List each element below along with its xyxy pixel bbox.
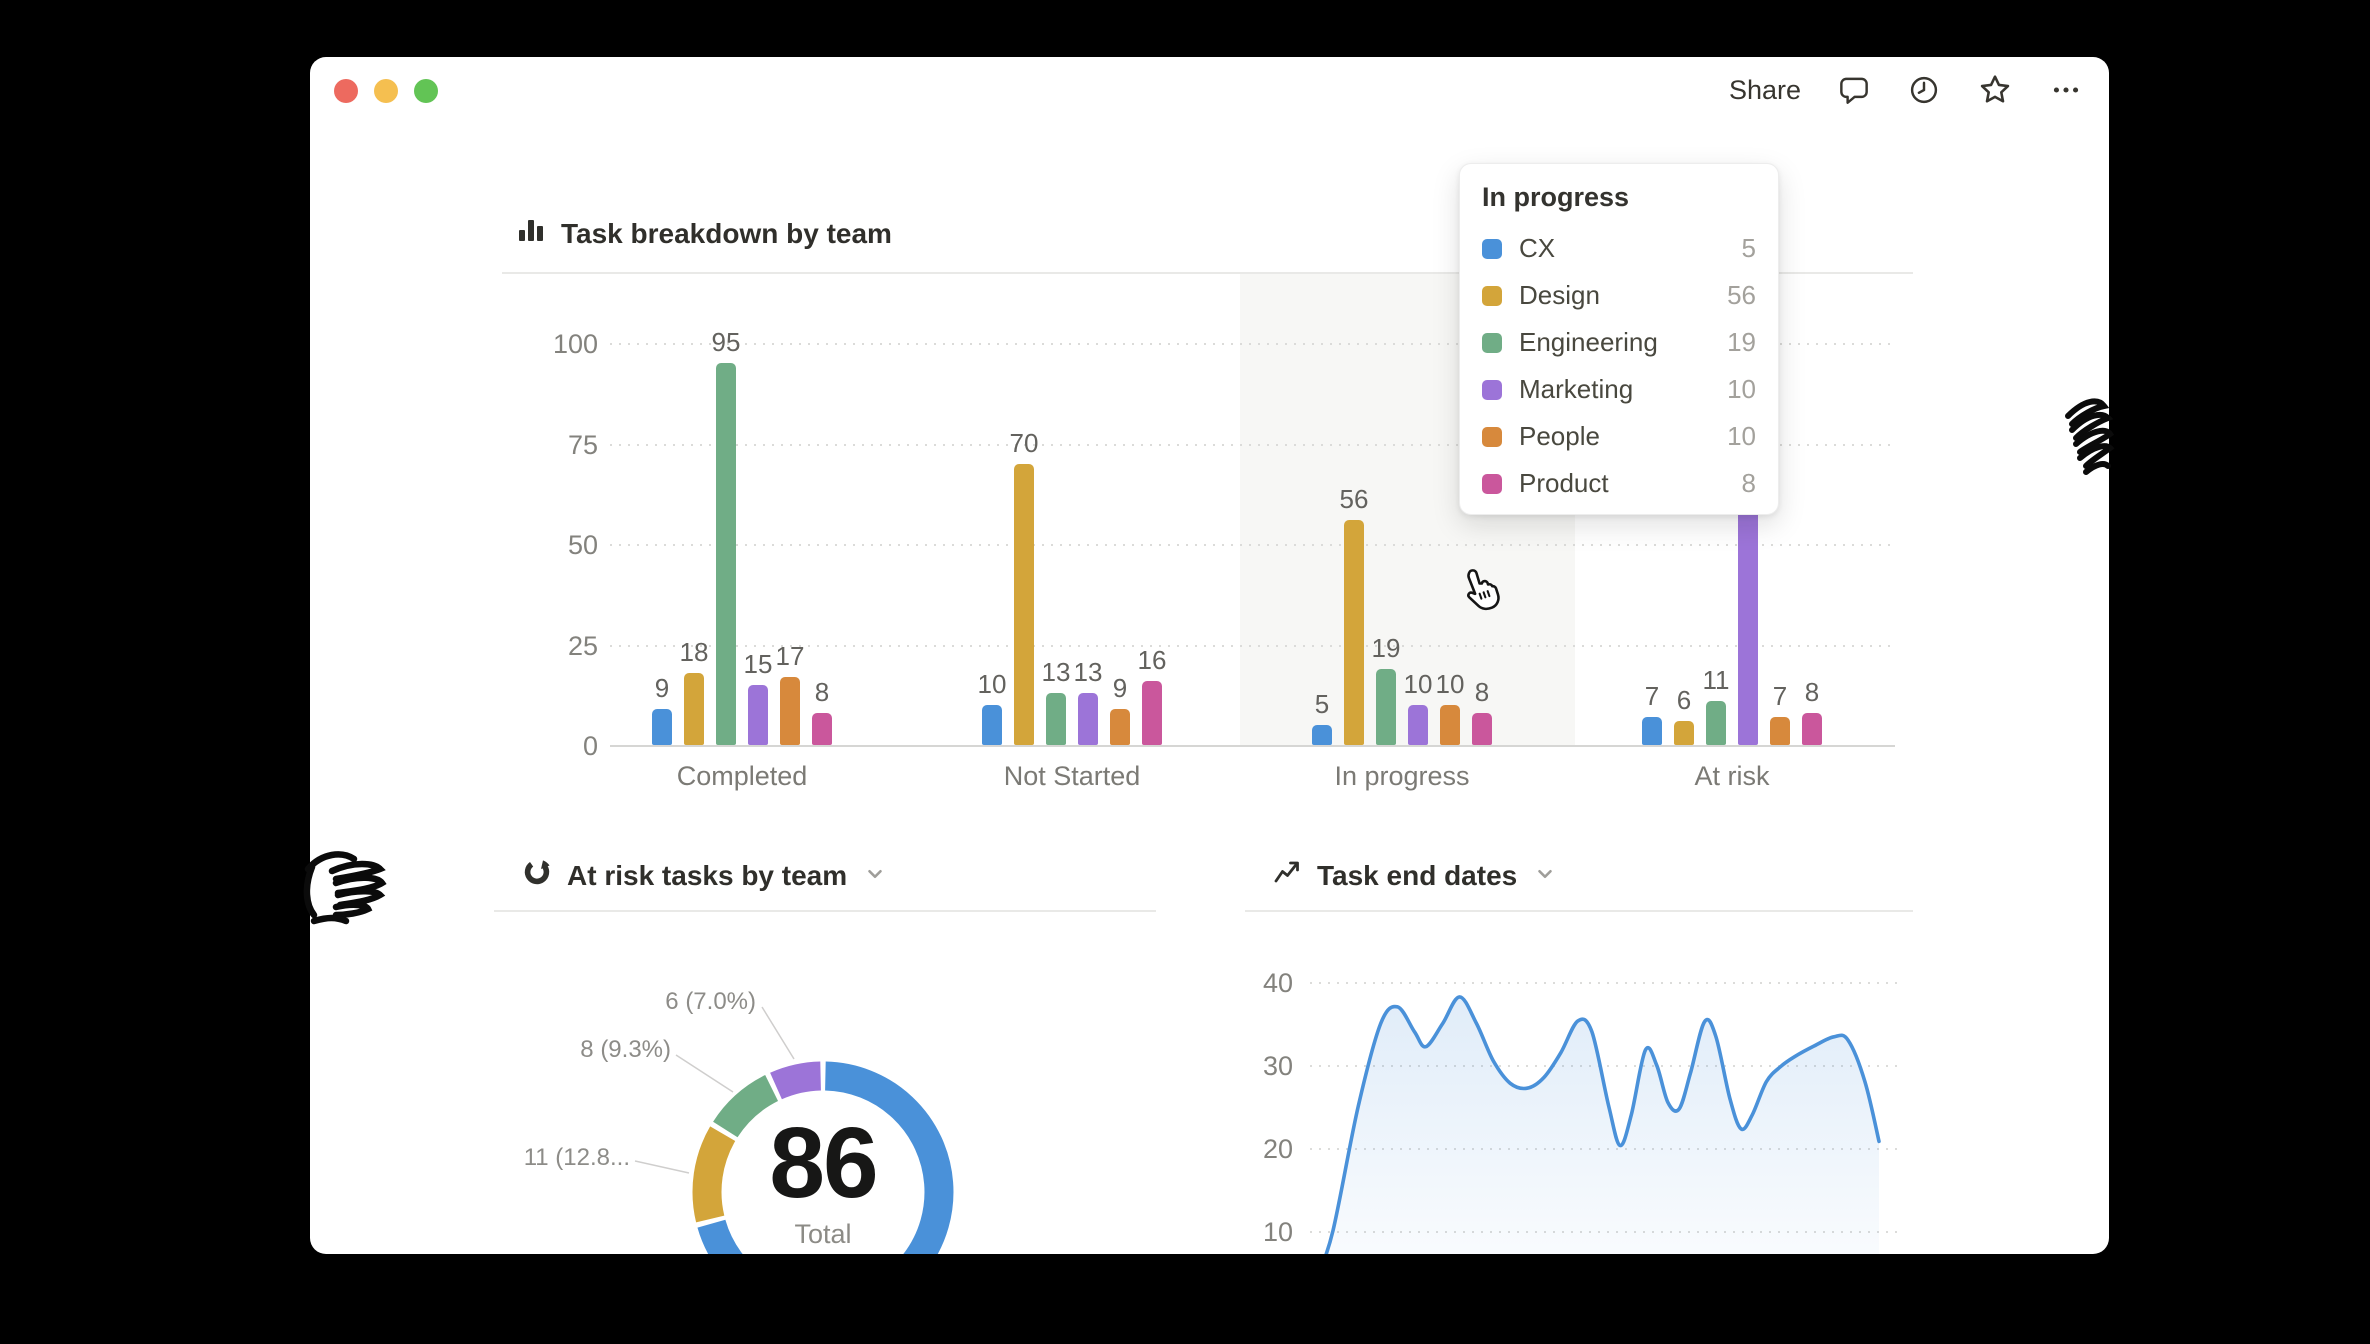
tooltip-title: In progress [1482,182,1756,213]
bar-completed-engineering[interactable] [716,363,736,745]
chart-title: At risk tasks by team [567,860,847,892]
tooltip-row: People 10 [1482,413,1756,460]
bar-completed-marketing[interactable] [748,685,768,745]
notion-window: Share Task breakdown [310,57,2109,1254]
bar-in-progress-cx[interactable] [1312,725,1332,745]
bar-value-label: 8 [1450,677,1514,708]
bar-not-started-product[interactable] [1142,681,1162,745]
legend-swatch [1482,427,1502,447]
legend-swatch [1482,286,1502,306]
bar-value-label: 16 [1120,645,1184,676]
x-axis-label: Completed [632,761,852,792]
bar-value-label: 8 [1780,677,1844,708]
tooltip-row: CX 5 [1482,225,1756,272]
y-axis-tick: 10 [1213,1216,1293,1248]
bar-value-label: 95 [694,327,758,358]
tooltip-series-label: Marketing [1519,374,1710,405]
tooltip-series-value: 19 [1727,327,1756,358]
bar-at-risk-engineering[interactable] [1706,701,1726,745]
donut-chart-title-row[interactable]: At risk tasks by team [522,857,886,894]
bar-value-label: 56 [1322,484,1386,515]
tooltip-series-label: CX [1519,233,1725,264]
y-axis-tick: 75 [518,429,598,461]
bar-in-progress-people[interactable] [1440,705,1460,745]
divider [494,910,1156,912]
donut-total-label: Total [713,1219,933,1250]
legend-swatch [1482,380,1502,400]
tooltip-series-value: 5 [1742,233,1756,264]
tooltip-series-label: Engineering [1519,327,1710,358]
x-axis-label: In progress [1292,761,1512,792]
bar-not-started-design[interactable] [1014,464,1034,745]
bar-not-started-people[interactable] [1110,709,1130,745]
bar-at-risk-design[interactable] [1674,721,1694,745]
tooltip-series-value: 8 [1742,468,1756,499]
area-chart [1310,917,1903,1254]
bar-completed-cx[interactable] [652,709,672,745]
gridline [610,745,1895,747]
y-axis-tick: 0 [518,730,598,762]
y-axis-tick: 25 [518,630,598,662]
legend-swatch [1482,333,1502,353]
bar-completed-product[interactable] [812,713,832,745]
tooltip-series-value: 10 [1727,374,1756,405]
chevron-down-icon[interactable] [1534,860,1556,892]
donut-callout: 6 (7.0%) [536,988,756,1016]
bar-value-label: 19 [1354,633,1418,664]
bar-value-label: 8 [790,677,854,708]
bar-not-started-engineering[interactable] [1046,693,1066,745]
x-axis-label: Not Started [962,761,1182,792]
chart-tooltip: In progress CX 5 Design 56 Engineering 19 Mark… [1459,163,1779,515]
bar-at-risk-people[interactable] [1770,717,1790,745]
tooltip-series-label: Product [1519,468,1725,499]
line-chart-title-row[interactable]: Task end dates [1272,857,1556,894]
tooltip-row: Product 8 [1482,460,1756,507]
tooltip-series-value: 10 [1727,421,1756,452]
bar-in-progress-product[interactable] [1472,713,1492,745]
bar-not-started-cx[interactable] [982,705,1002,745]
x-axis-label: At risk [1622,761,1842,792]
gridline [610,544,1895,546]
trend-area [1316,997,1879,1254]
donut-callout: 11 (12.8... [410,1144,630,1172]
y-axis-tick: 100 [518,328,598,360]
y-axis-tick: 50 [518,529,598,561]
y-axis-tick: 40 [1213,967,1293,999]
divider [1245,910,1913,912]
legend-swatch [1482,239,1502,259]
tooltip-series-value: 56 [1727,280,1756,311]
y-axis-tick: 20 [1213,1133,1293,1165]
bar-at-risk-product[interactable] [1802,713,1822,745]
donut-total-value: 86 [713,1113,933,1213]
bar-completed-design[interactable] [684,673,704,745]
tooltip-row: Design 56 [1482,272,1756,319]
bar-in-progress-marketing[interactable] [1408,705,1428,745]
legend-swatch [1482,474,1502,494]
donut-callout: 8 (9.3%) [451,1036,671,1064]
line-chart-icon [1272,857,1302,894]
donut-chart-icon [522,857,552,894]
bar-value-label: 17 [758,641,822,672]
bar-value-label: 70 [992,428,1056,459]
y-axis-tick: 30 [1213,1050,1293,1082]
tooltip-row: Engineering 19 [1482,319,1756,366]
chevron-down-icon[interactable] [864,860,886,892]
tooltip-series-label: People [1519,421,1710,452]
tooltip-row: Marketing 10 [1482,366,1756,413]
chart-title: Task end dates [1317,860,1517,892]
bar-at-risk-cx[interactable] [1642,717,1662,745]
tooltip-series-label: Design [1519,280,1710,311]
